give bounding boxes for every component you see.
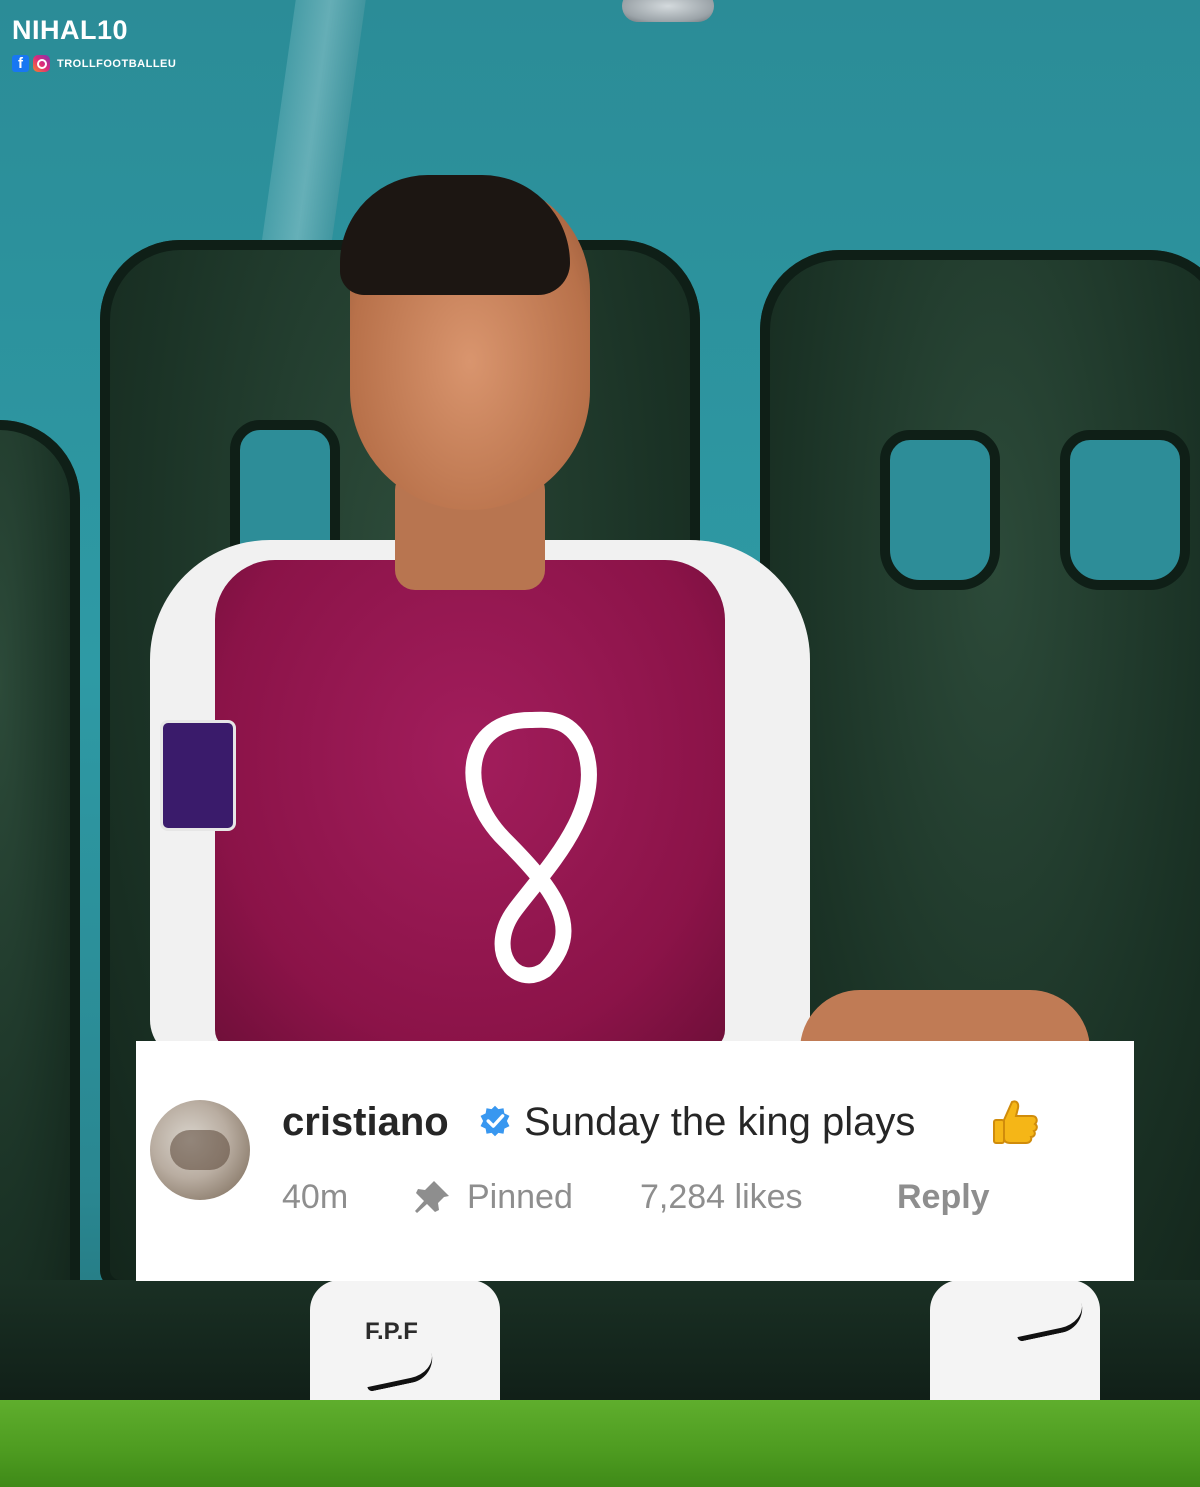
- seat-hole: [1060, 430, 1190, 590]
- pitch-grass: [0, 1400, 1200, 1487]
- pin-icon: [415, 1181, 449, 1213]
- comment-time: 40m: [282, 1178, 349, 1216]
- player-sock-right: [930, 1280, 1100, 1410]
- sock-logo-text: F.P.F: [365, 1318, 418, 1345]
- watermark-title: NIHAL10: [12, 15, 129, 45]
- thumbs-up-emoji-icon: [993, 1100, 1038, 1144]
- reply-button[interactable]: Reply: [897, 1178, 990, 1217]
- comment-text: Sunday the king plays: [524, 1100, 916, 1144]
- player-hair: [340, 175, 570, 295]
- overhead-camera: [622, 0, 714, 22]
- avatar[interactable]: [150, 1100, 250, 1200]
- comment-card: [136, 1041, 1134, 1281]
- watermark-handle: TROLLFOOTBALLEU: [57, 57, 177, 70]
- instagram-icon: [33, 55, 50, 72]
- comment-username[interactable]: cristiano: [282, 1100, 449, 1145]
- facebook-icon: f: [12, 55, 29, 72]
- seat-hole: [880, 430, 1000, 590]
- bench-seat-left: [0, 420, 80, 1300]
- watermark-social: f TROLLFOOTBALLEU: [12, 55, 176, 72]
- sleeve-patch: [160, 720, 236, 831]
- likes-count[interactable]: 7,284 likes: [640, 1178, 803, 1217]
- verified-badge-icon: [480, 1105, 510, 1137]
- world-cup-emblem: [465, 711, 597, 984]
- pinned-label: Pinned: [467, 1178, 573, 1216]
